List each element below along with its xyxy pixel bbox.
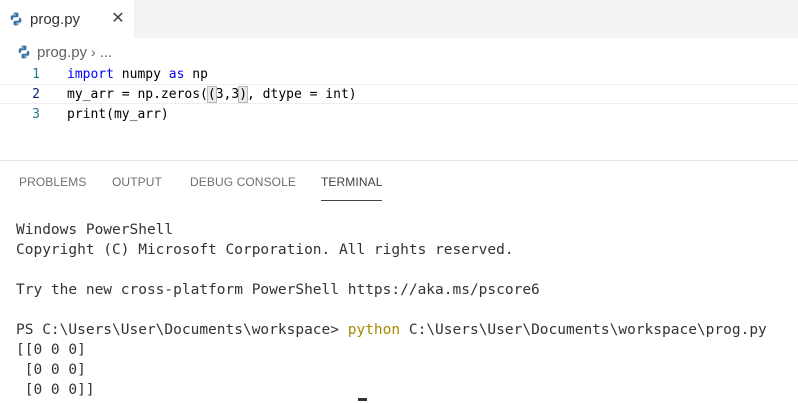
terminal-output-line: [0 0 0]] [16, 382, 95, 398]
code-text: print(my_arr) [67, 106, 169, 122]
code-segment: 3,3 [215, 86, 240, 102]
panel-divider [0, 160, 798, 161]
tab-terminal[interactable]: TERMINAL [321, 162, 383, 202]
python-icon [18, 45, 30, 59]
editor-tab-label: prog.py [30, 10, 81, 28]
terminal-output-line: [0 0 0] [16, 362, 86, 378]
editor-tab-prog-py[interactable]: prog.py ✕ [0, 0, 134, 38]
tab-output[interactable]: OUTPUT [112, 162, 162, 202]
matching-bracket: ( [206, 85, 217, 103]
matching-bracket: ) [238, 85, 249, 103]
keyword: as [168, 66, 185, 82]
terminal-output[interactable]: Windows PowerShell Copyright (C) Microso… [16, 220, 796, 400]
panel-tab-bar: PROBLEMS OUTPUT DEBUG CONSOLE TERMINAL [0, 162, 798, 202]
line-number: 2 [32, 86, 40, 102]
code-text: import numpy as np [67, 67, 208, 82]
close-icon[interactable]: ✕ [110, 10, 126, 27]
editor-tab-bar: prog.py ✕ [0, 0, 798, 38]
line-number: 1 [32, 66, 40, 82]
keyword: import [67, 66, 114, 82]
code-segment: my_arr = np.zeros( [67, 86, 208, 102]
python-icon [10, 12, 22, 26]
breadcrumb-more[interactable]: ... [100, 44, 113, 61]
chevron-right-icon: › [91, 44, 96, 60]
terminal-prompt: PS C:\Users\User\Documents\workspace> [16, 322, 348, 338]
line-number: 3 [32, 106, 40, 122]
terminal-line: Windows PowerShell [16, 222, 174, 238]
code-text: my_arr = np.zeros((3,3), dtype = int) [67, 85, 357, 103]
code-line-current: 2 my_arr = np.zeros((3,3), dtype = int) [0, 84, 798, 104]
terminal-args: C:\Users\User\Documents\workspace\prog.p… [400, 322, 767, 338]
code-editor[interactable]: 1 import numpy as np 2 my_arr = np.zeros… [0, 64, 798, 160]
breadcrumb-file[interactable]: prog.py [37, 44, 87, 61]
tab-debug-console[interactable]: DEBUG CONSOLE [190, 162, 296, 202]
code-segment: np [184, 66, 208, 82]
breadcrumb: prog.py › ... [16, 42, 112, 62]
terminal-command: python [347, 322, 401, 338]
terminal-cursor [358, 398, 367, 401]
code-line: 3 print(my_arr) [0, 104, 798, 124]
tab-problems[interactable]: PROBLEMS [19, 162, 87, 202]
terminal-command-line: PS C:\Users\User\Documents\workspace> py… [16, 320, 796, 340]
terminal-line: Try the new cross-platform PowerShell ht… [16, 282, 540, 298]
code-line: 1 import numpy as np [0, 64, 798, 84]
terminal-line: Copyright (C) Microsoft Corporation. All… [16, 242, 514, 258]
code-segment: numpy [113, 66, 169, 82]
terminal-output-line: [[0 0 0] [16, 342, 86, 358]
code-segment: , dtype = int) [247, 86, 357, 102]
